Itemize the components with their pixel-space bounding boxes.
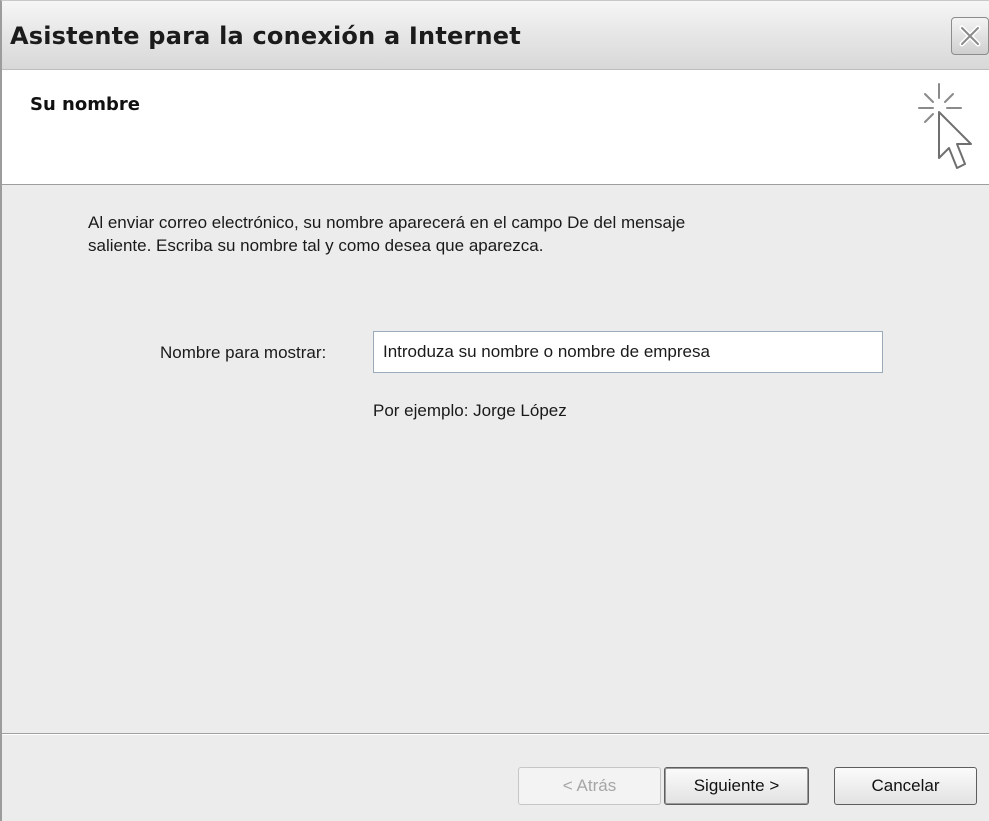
title-bar[interactable]: Asistente para la conexión a Internet (2, 1, 989, 70)
page-title: Su nombre (30, 94, 140, 115)
back-button[interactable]: < Atrás (518, 767, 661, 805)
intro-line-1: Al enviar correo electrónico, su nombre … (88, 213, 686, 232)
window-title: Asistente para la conexión a Internet (10, 22, 521, 50)
next-button[interactable]: Siguiente > (664, 767, 809, 805)
intro-line-2: saliente. Escriba su nombre tal y como d… (88, 236, 544, 255)
close-button[interactable] (951, 17, 989, 55)
intro-text: Al enviar correo electrónico, su nombre … (88, 211, 868, 257)
close-icon (959, 25, 981, 47)
wizard-footer: < Atrás Siguiente > Cancelar (2, 735, 989, 821)
display-name-input[interactable] (373, 331, 883, 373)
wizard-content: Al enviar correo electrónico, su nombre … (2, 185, 989, 733)
display-name-label: Nombre para mostrar: (160, 343, 327, 362)
example-text: Por ejemplo: Jorge López (373, 401, 567, 420)
wizard-window: Asistente para la conexión a Internet Su… (0, 0, 989, 821)
wizard-header: Su nombre (2, 70, 989, 185)
wizard-cursor-sparkle-icon (918, 83, 972, 169)
cancel-button[interactable]: Cancelar (834, 767, 977, 805)
